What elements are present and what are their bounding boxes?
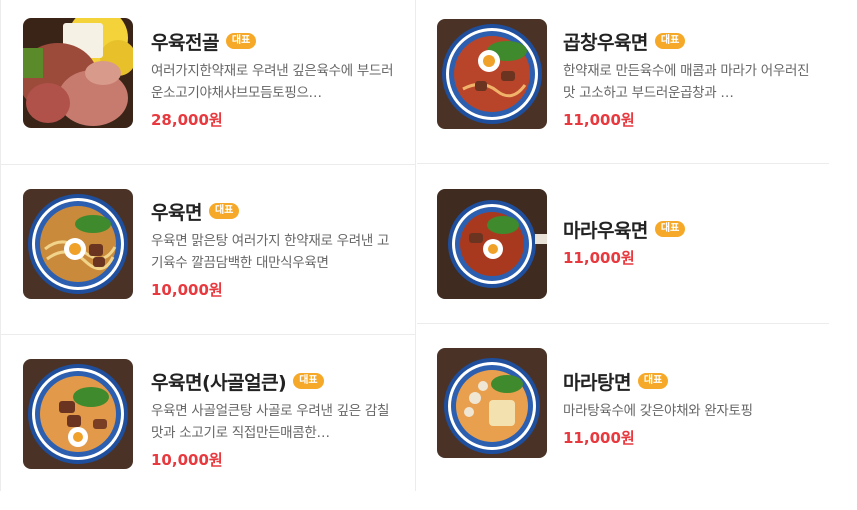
menu-item-price: 11,000원: [563, 249, 635, 267]
menu-item-description: 한약재로 만든육수에 매콤과 마라가 어우러진맛 고소하고 부드러운곱창과 …: [563, 63, 810, 101]
signature-badge: 대표: [654, 221, 686, 237]
menu-item-info: 우육면(사골얼큰) 대표 우육면 사골얼큰탕 사골로 우려낸 깊은 감칠맛과 소…: [151, 368, 401, 470]
signature-badge: 대표: [293, 373, 324, 389]
menu-item-price: 28,000원: [151, 111, 223, 129]
menu-item[interactable]: 우육면(사골얼큰) 대표 우육면 사골얼큰탕 사골로 우려낸 깊은 감칠맛과 소…: [1, 340, 415, 510]
menu-item-description: 우육면 사골얼큰탕 사골로 우려낸 깊은 감칠맛과 소고기로 직접만든매콤한…: [151, 403, 390, 441]
menu-item-info: 우육면 대표 우육면 맑은탕 여러가지 한약재로 우려낸 고기육수 깔끔담백한 …: [151, 198, 401, 300]
menu-item-name: 마라탕면: [563, 371, 631, 394]
menu-item-price: 10,000원: [151, 451, 223, 469]
signature-badge: 대표: [654, 33, 686, 49]
beef-noodle-photo: [23, 189, 133, 299]
menu-item-info: 마라우육면 대표 11,000원: [563, 216, 813, 268]
menu-column-right: 곱창우육면 대표 한약재로 만든육수에 매콤과 마라가 어우러진맛 고소하고 부…: [417, 0, 829, 491]
menu-item-info: 우육전골 대표 여러가지한약재로 우려낸 깊은육수에 부드러운소고기야채샤브모듬…: [151, 28, 401, 130]
menu-column-left: 우육전골 대표 여러가지한약재로 우려낸 깊은육수에 부드러운소고기야채샤브모듬…: [0, 0, 416, 491]
menu-item-name: 우육면(사골얼큰): [151, 371, 287, 394]
menu-item-price: 10,000원: [151, 281, 223, 299]
menu-item-info: 곱창우육면 대표 한약재로 만든육수에 매콤과 마라가 어우러진맛 고소하고 부…: [563, 28, 813, 130]
menu-item-name: 우육면: [151, 201, 202, 224]
mala-beef-noodle-photo: [437, 189, 547, 299]
menu-item-price: 11,000원: [563, 111, 635, 129]
menu-item-info: 마라탕면 대표 마라탕육수에 갖은야채와 완자토핑 11,000원: [563, 368, 813, 448]
menu-item-description: 우육면 맑은탕 여러가지 한약재로 우려낸 고기육수 깔끔담백한 대만식우육면: [151, 233, 390, 271]
menu-grid: 우육전골 대표 여러가지한약재로 우려낸 깊은육수에 부드러운소고기야채샤브모듬…: [0, 0, 857, 491]
menu-item-description: 마라탕육수에 갖은야채와 완자토핑: [563, 403, 753, 419]
signature-badge: 대표: [225, 33, 257, 49]
signature-badge: 대표: [208, 203, 240, 219]
menu-item-name: 우육전골: [151, 31, 219, 54]
signature-badge: 대표: [637, 373, 669, 389]
menu-item[interactable]: 마라우육면 대표 11,000원: [417, 170, 829, 340]
menu-item[interactable]: 우육전골 대표 여러가지한약재로 우려낸 깊은육수에 부드러운소고기야채샤브모듬…: [1, 0, 415, 170]
hotpot-photo: [23, 18, 133, 128]
malatang-noodle-photo: [437, 348, 547, 458]
menu-item-name: 마라우육면: [563, 219, 648, 242]
menu-item[interactable]: 마라탕면 대표 마라탕육수에 갖은야채와 완자토핑 11,000원: [417, 340, 829, 510]
tripe-noodle-photo: [437, 19, 547, 129]
menu-item-name: 곱창우육면: [563, 31, 648, 54]
spicy-beef-noodle-photo: [23, 359, 133, 469]
menu-item-price: 11,000원: [563, 429, 635, 447]
menu-item[interactable]: 곱창우육면 대표 한약재로 만든육수에 매콤과 마라가 어우러진맛 고소하고 부…: [417, 0, 829, 170]
menu-item[interactable]: 우육면 대표 우육면 맑은탕 여러가지 한약재로 우려낸 고기육수 깔끔담백한 …: [1, 170, 415, 340]
menu-item-description: 여러가지한약재로 우려낸 깊은육수에 부드러운소고기야채샤브모듬토핑으…: [151, 63, 394, 101]
